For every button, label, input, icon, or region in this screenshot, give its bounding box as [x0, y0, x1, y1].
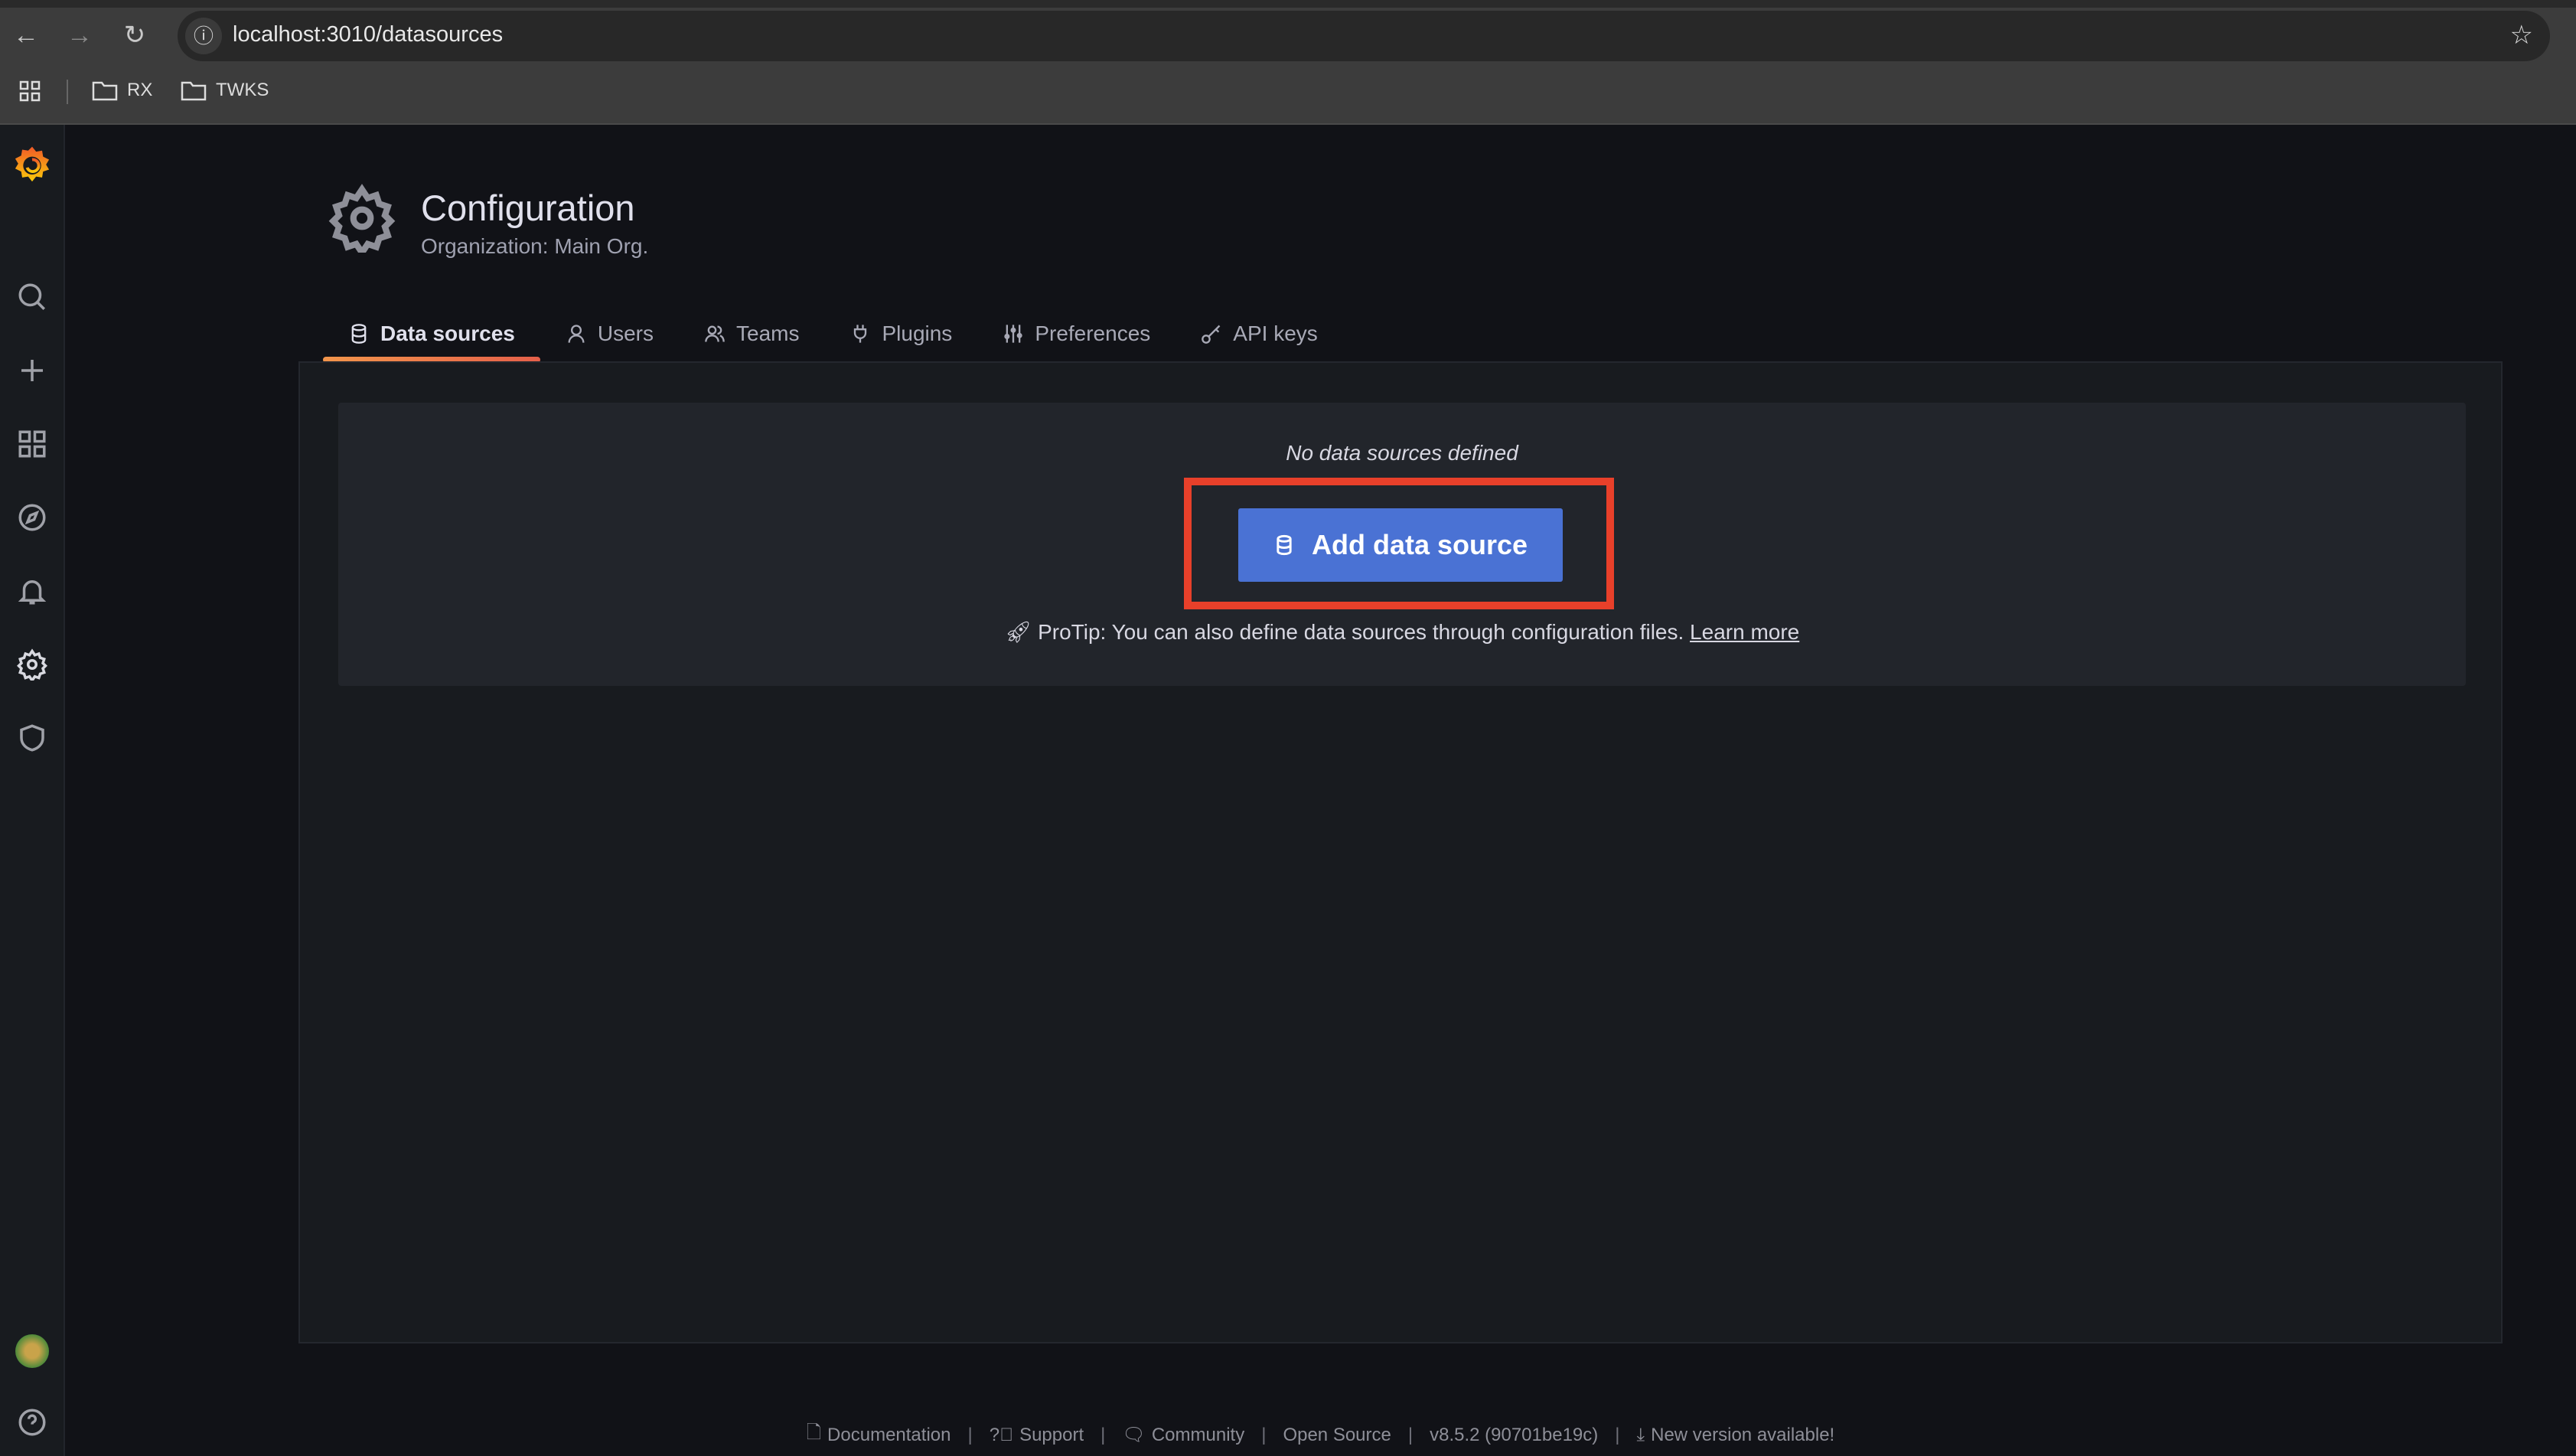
- tab-plugins[interactable]: Plugins: [824, 314, 977, 354]
- tab-api-keys[interactable]: API keys: [1176, 314, 1342, 354]
- protip: 🚀︎ ProTip: You can also define data sour…: [338, 619, 2466, 645]
- tab-preferences[interactable]: Preferences: [977, 314, 1176, 354]
- tab-label: API keys: [1233, 322, 1318, 345]
- folder-icon: [181, 81, 207, 101]
- separator: |: [1615, 1424, 1620, 1445]
- plug-icon: [854, 325, 867, 343]
- separator: |: [1407, 1424, 1414, 1445]
- key-icon: [1202, 325, 1221, 344]
- documentation-link[interactable]: 🗋 Documentation: [807, 1419, 951, 1451]
- plus-icon[interactable]: [11, 349, 54, 392]
- bookmark-twks[interactable]: TWKS: [181, 80, 269, 101]
- tab-data-sources[interactable]: Data sources: [323, 314, 540, 363]
- tab-users[interactable]: Users: [540, 314, 679, 354]
- tab-teams[interactable]: Teams: [679, 314, 824, 354]
- page-title: Configuration: [421, 188, 635, 228]
- shield-icon[interactable]: [11, 717, 54, 759]
- url-text[interactable]: localhost:3010/datasources: [233, 22, 503, 47]
- address-bar[interactable]: ⓘ localhost:3010/datasources ☆: [178, 11, 2550, 61]
- link-label: Documentation: [827, 1424, 951, 1445]
- document-icon: 🗋: [806, 1422, 822, 1443]
- avatar[interactable]: [11, 1330, 54, 1373]
- page-subtitle: Organization: Main Org.: [421, 234, 649, 258]
- sidebar: [0, 125, 65, 1456]
- empty-state-text: No data sources defined: [1286, 441, 1518, 465]
- site-info-icon[interactable]: ⓘ: [185, 18, 222, 54]
- bookmark-label: TWKS: [216, 80, 269, 100]
- tab-label: Users: [597, 322, 654, 345]
- support-link[interactable]: ?⃝ Support: [990, 1425, 1084, 1446]
- button-label: Add data source: [1311, 529, 1528, 560]
- bookmark-divider: [67, 80, 68, 104]
- users-icon: [705, 325, 725, 342]
- dashboards-icon[interactable]: [11, 423, 54, 465]
- download-icon: ⤓: [1636, 1424, 1645, 1445]
- version-text: v8.5.2 (90701be19c): [1430, 1424, 1599, 1445]
- browser-chrome: ← → ↻ ⓘ localhost:3010/datasources ☆ RX …: [0, 0, 2576, 125]
- tab-strip: [0, 0, 2576, 8]
- compass-icon[interactable]: [11, 496, 54, 539]
- reload-icon[interactable]: ↻: [119, 20, 150, 51]
- user-icon: [568, 325, 585, 343]
- separator: |: [967, 1424, 973, 1445]
- content-panel: No data sources defined Add data source …: [298, 361, 2503, 1343]
- tab-label: Data sources: [380, 322, 515, 345]
- tab-label: Preferences: [1035, 322, 1151, 345]
- back-icon[interactable]: ←: [11, 20, 41, 51]
- gear-icon[interactable]: [11, 643, 54, 686]
- link-label: Community: [1151, 1424, 1245, 1445]
- sliders-icon: [1004, 325, 1022, 343]
- apps-icon[interactable]: [18, 80, 41, 103]
- learn-more-link[interactable]: Learn more: [1690, 620, 1799, 644]
- search-icon[interactable]: [11, 276, 54, 318]
- separator: |: [1101, 1424, 1106, 1445]
- grafana-logo-icon[interactable]: [11, 143, 54, 186]
- config-tabs: Data sources Users Teams Plugins Prefere…: [323, 314, 1343, 363]
- open-source-link[interactable]: Open Source: [1283, 1425, 1391, 1446]
- bookmark-star-icon[interactable]: ☆: [2510, 20, 2533, 51]
- protip-text: ProTip: You can also define data sources…: [1038, 620, 1684, 644]
- bookmark-rx[interactable]: RX: [92, 80, 152, 101]
- database-icon: [1277, 534, 1292, 556]
- tab-label: Teams: [736, 322, 800, 345]
- database-icon: [351, 324, 367, 344]
- forward-icon[interactable]: →: [64, 20, 95, 51]
- new-version-link[interactable]: ⤓ New version available!: [1637, 1425, 1835, 1446]
- comments-icon: 🗨︎: [1122, 1425, 1146, 1445]
- bookmark-label: RX: [127, 80, 153, 100]
- link-label: Support: [1019, 1424, 1084, 1445]
- footer: 🗋 Documentation | ?⃝ Support | 🗨︎ Community…: [0, 1419, 2576, 1451]
- configuration-gear-icon: [328, 184, 396, 253]
- bell-icon[interactable]: [11, 570, 54, 612]
- link-label: New version available!: [1651, 1424, 1835, 1445]
- community-link[interactable]: 🗨︎ Community: [1122, 1424, 1244, 1446]
- folder-icon: [92, 81, 118, 101]
- question-circle-icon: ?⃝: [989, 1424, 1014, 1445]
- separator: |: [1261, 1424, 1267, 1445]
- tab-label: Plugins: [882, 322, 953, 345]
- empty-state-card: No data sources defined Add data source …: [338, 403, 2466, 686]
- add-data-source-button[interactable]: Add data source: [1238, 508, 1563, 582]
- rocket-icon: 🚀︎: [1004, 620, 1032, 644]
